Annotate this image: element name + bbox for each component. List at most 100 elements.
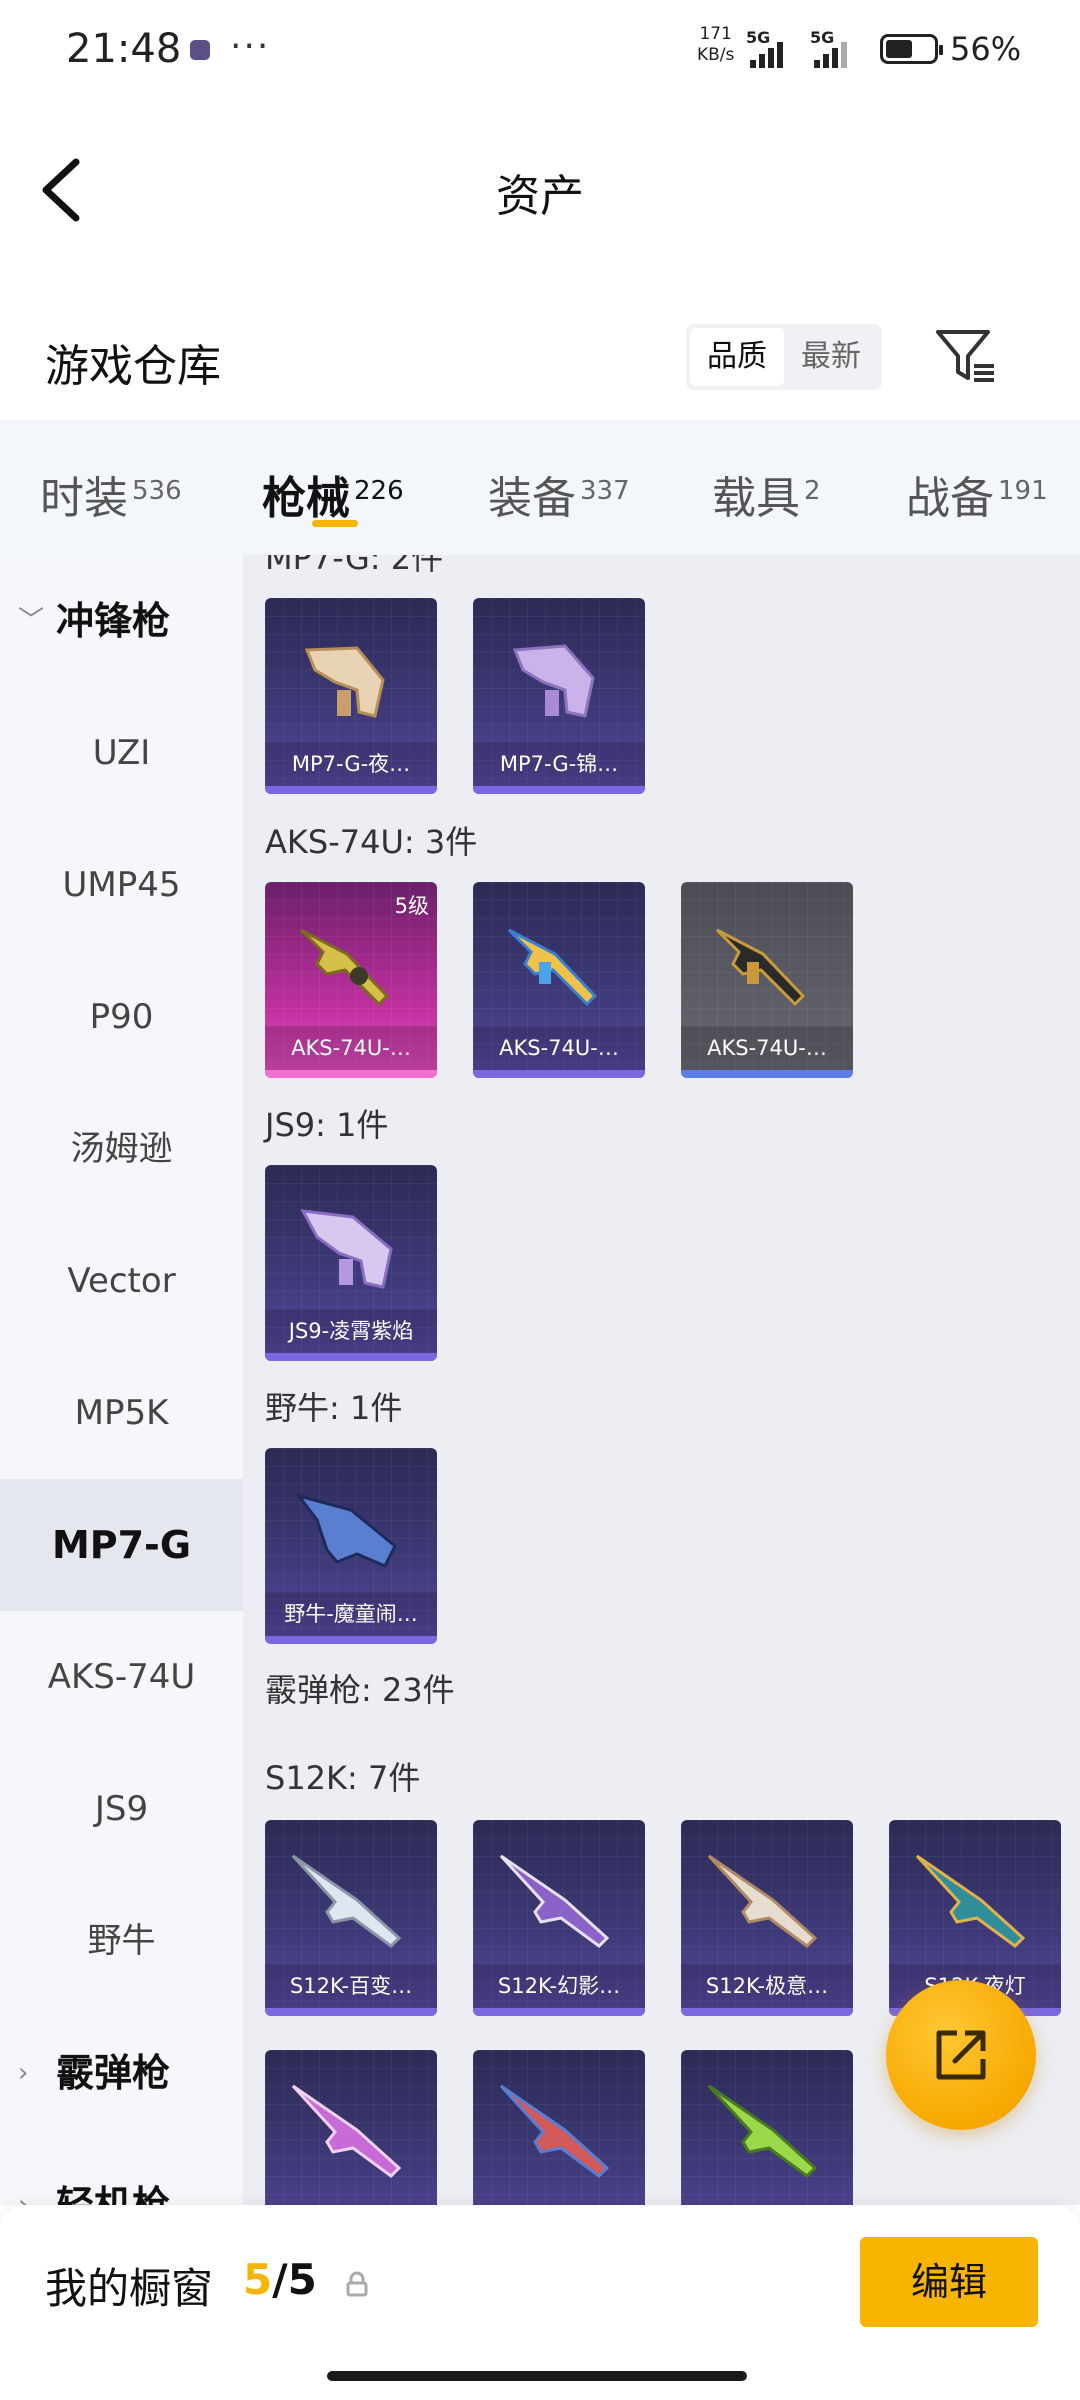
sidebar-item-uzi[interactable]: UZI <box>0 687 243 819</box>
status-time: 21:48 <box>66 26 182 72</box>
filter-icon <box>936 330 994 382</box>
gun-skin-icon <box>512 644 595 718</box>
item-card[interactable] <box>473 2050 645 2205</box>
showcase-used: 5 <box>243 2255 273 2304</box>
sort-newest-button[interactable]: 最新 <box>784 328 878 386</box>
group-title-bison: 野牛: 1件 <box>265 1389 403 1427</box>
item-card[interactable]: MP7-G-夜… <box>265 598 437 794</box>
sidebar-group-lmg[interactable]: › 轻机枪 <box>0 2139 243 2205</box>
item-card[interactable]: S12K-幻影… <box>473 1820 645 2016</box>
network-speed: 171 KB/s <box>697 24 734 66</box>
sidebar-item-thompson[interactable]: 汤姆逊 <box>0 1083 243 1215</box>
item-card[interactable]: AKS-74U-… <box>681 882 853 1078</box>
gun-skin-icon <box>300 1209 393 1289</box>
tab-label: 枪械 <box>262 473 350 524</box>
group-title-s12k: S12K: 7件 <box>265 1759 421 1797</box>
rarity-bar <box>265 1353 437 1361</box>
chevron-right-icon: › <box>18 2058 29 2088</box>
rarity-bar <box>265 1070 437 1078</box>
tab-fashion[interactable]: 时装 536 <box>40 462 182 526</box>
gun-skin-icon <box>915 1854 1026 1948</box>
lock-icon <box>346 2271 368 2297</box>
rarity-bar <box>681 1070 853 1078</box>
group-title-shotgun: 霰弹枪: 23件 <box>265 1671 455 1709</box>
sort-quality-button[interactable]: 品质 <box>690 328 784 386</box>
gun-skin-icon <box>291 1854 402 1948</box>
status-bar: 21:48 ··· 171 KB/s 5G 5G 56% <box>0 0 1080 100</box>
app-header: 资产 <box>0 100 1080 280</box>
item-card[interactable]: AKS-74U-… <box>473 882 645 1078</box>
chevron-down-icon: ﹀ <box>18 606 45 636</box>
tab-count: 2 <box>804 476 821 506</box>
gun-skin-icon <box>499 2084 610 2178</box>
rarity-bar <box>681 2008 853 2016</box>
showcase-total: 5 <box>287 2255 317 2304</box>
tab-count: 536 <box>132 476 182 506</box>
sidebar-item-vector[interactable]: Vector <box>0 1215 243 1347</box>
home-indicator[interactable] <box>327 2371 747 2381</box>
group-title-js9: JS9: 1件 <box>265 1106 389 1144</box>
active-tab-indicator <box>312 520 358 527</box>
warehouse-title: 游戏仓库 <box>45 341 221 392</box>
item-card[interactable]: S12K-百变… <box>265 1820 437 2016</box>
tab-label: 载具 <box>712 473 800 524</box>
item-label: 野牛-魔童闹… <box>265 1592 437 1636</box>
more-notifications-icon: ··· <box>230 26 271 67</box>
battery-icon <box>880 34 943 64</box>
item-label: AKS-74U-… <box>265 1026 437 1070</box>
sidebar-group-shotgun[interactable]: › 霰弹枪 <box>0 2007 243 2139</box>
item-label: MP7-G-夜… <box>265 742 437 786</box>
rarity-bar <box>265 786 437 794</box>
gun-skin-icon <box>715 928 806 1007</box>
gun-skin-icon <box>291 2084 402 2178</box>
item-card[interactable]: JS9-凌霄紫焰 <box>265 1165 437 1361</box>
item-card[interactable]: S12K-极意… <box>681 1820 853 2016</box>
tab-vehicles[interactable]: 载具 2 <box>712 462 821 526</box>
sidebar-item-aks74u[interactable]: AKS-74U <box>0 1611 243 1743</box>
share-button[interactable] <box>886 1980 1036 2130</box>
rarity-bar <box>473 1070 645 1078</box>
warehouse-bar: 游戏仓库 品质 最新 <box>0 300 1080 420</box>
sidebar-group-label: 冲锋枪 <box>56 599 171 643</box>
sidebar-item-js9[interactable]: JS9 <box>0 1743 243 1875</box>
sidebar-item-p90[interactable]: P90 <box>0 951 243 1083</box>
sidebar-item-ump45[interactable]: UMP45 <box>0 819 243 951</box>
sidebar-group-smg[interactable]: ﹀ 冲锋枪 <box>0 555 243 687</box>
tab-firearms[interactable]: 枪械 226 <box>262 462 404 526</box>
rarity-bar <box>265 1636 437 1644</box>
sidebar-item-bison[interactable]: 野牛 <box>0 1875 243 2007</box>
tab-label: 时装 <box>40 473 128 524</box>
gun-skin-icon <box>499 1854 610 1948</box>
weapon-type-sidebar: ﹀ 冲锋枪 UZI UMP45 P90 汤姆逊 Vector MP5K MP7-… <box>0 555 243 2205</box>
tab-count: 337 <box>580 476 630 506</box>
app-notification-icon <box>190 40 210 60</box>
tab-equipment[interactable]: 装备 337 <box>488 462 630 526</box>
gun-skin-icon <box>299 928 390 1007</box>
filter-button[interactable] <box>930 320 1000 390</box>
item-card[interactable]: 野牛-魔童闹… <box>265 1448 437 1644</box>
sort-toggle: 品质 最新 <box>686 324 882 390</box>
network-speed-value: 171 <box>699 24 732 44</box>
sidebar-item-mp7g[interactable]: MP7-G <box>0 1479 243 1611</box>
network-speed-unit: KB/s <box>697 45 735 65</box>
item-label: S12K-幻影… <box>473 1964 645 2008</box>
item-label: MP7-G-锦… <box>473 742 645 786</box>
rarity-bar <box>265 2008 437 2016</box>
item-card[interactable] <box>265 2050 437 2205</box>
share-icon <box>936 2030 986 2080</box>
page-title: 资产 <box>496 171 584 222</box>
sidebar-item-mp5k[interactable]: MP5K <box>0 1347 243 1479</box>
battery-percent: 56% <box>950 30 1022 68</box>
tab-supplies[interactable]: 战备 191 <box>906 462 1048 526</box>
edit-button[interactable]: 编辑 <box>860 2237 1038 2327</box>
sidebar-group-label: 霰弹枪 <box>56 2051 171 2095</box>
item-label: S12K-百变… <box>265 1964 437 2008</box>
item-card[interactable] <box>681 2050 853 2205</box>
category-tabs: 时装 536 枪械 226 装备 337 载具 2 战备 191 <box>0 420 1080 555</box>
tab-count: 191 <box>998 476 1048 506</box>
item-card[interactable]: MP7-G-锦… <box>473 598 645 794</box>
item-card[interactable]: 5级 AKS-74U-… <box>265 882 437 1078</box>
signal-icon: 5G <box>746 28 798 68</box>
group-title-mp7g: MP7-G: 2件 <box>265 555 444 577</box>
item-list: MP7-G: 2件 MP7-G-夜… MP7-G-锦… AKS-74U: 3件 … <box>243 555 1080 2205</box>
